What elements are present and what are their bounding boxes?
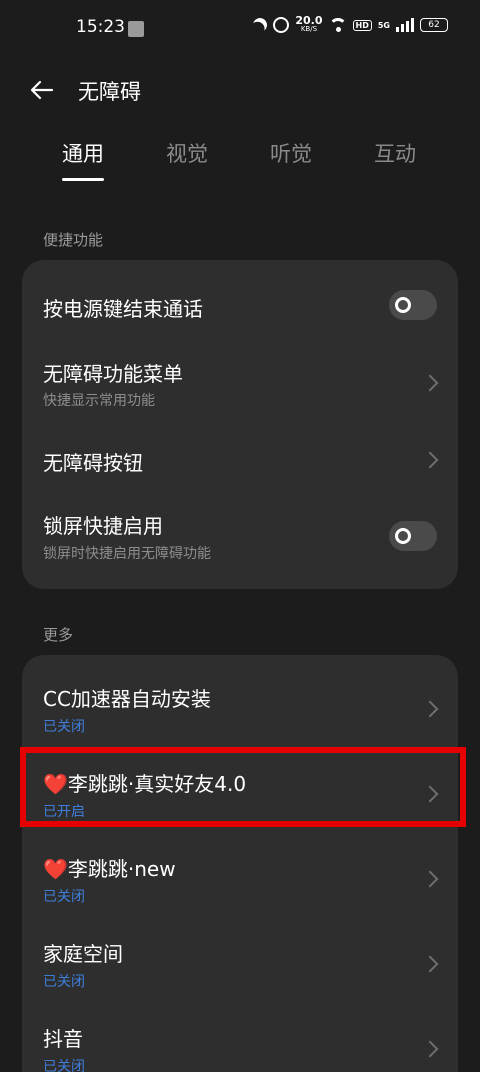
page-title: 无障碍 — [78, 80, 141, 104]
shortcuts-card: 按电源键结束通话 无障碍功能菜单 快捷显示常用功能 无障碍按钮 锁屏快捷启用 锁… — [22, 260, 458, 589]
tab-interaction[interactable]: 互动 — [374, 138, 416, 168]
back-arrow-icon[interactable] — [30, 78, 54, 102]
setting-title: ❤️李跳跳·new — [43, 857, 176, 881]
setting-row-power-end-call[interactable]: 按电源键结束通话 — [22, 260, 458, 350]
network-speed: 20.0 KB/S — [295, 14, 323, 34]
setting-row-accessibility-button[interactable]: 无障碍按钮 — [22, 430, 458, 490]
setting-row-cc-accelerator[interactable]: CC加速器自动安装 已关闭 — [22, 655, 458, 743]
alarm-clock-icon — [273, 17, 290, 33]
accessibility-screen: 15:23 20.0 KB/S HD 5G 62 无障碍 通用 视觉 听觉 互动… — [0, 0, 480, 1072]
setting-status: 已关闭 — [43, 1059, 85, 1072]
tab-vision[interactable]: 视觉 — [166, 138, 208, 168]
setting-title: 抖音 — [43, 1027, 83, 1051]
tab-hearing[interactable]: 听觉 — [270, 138, 312, 168]
network-type: 5G — [377, 20, 390, 30]
setting-title: 锁屏快捷启用 — [43, 514, 163, 538]
status-icons: 20.0 KB/S HD 5G 62 — [251, 14, 448, 34]
section-title-more: 更多 — [43, 626, 74, 644]
network-speed-unit: KB/S — [300, 25, 318, 33]
chevron-right-icon — [421, 451, 439, 469]
status-time: 15:23 — [76, 17, 125, 37]
setting-subtitle: 锁屏时快捷启用无障碍功能 — [43, 546, 211, 562]
tab-bar: 通用 视觉 听觉 互动 — [0, 138, 480, 188]
setting-subtitle: 快捷显示常用功能 — [43, 393, 155, 409]
power-end-call-toggle[interactable] — [389, 290, 437, 320]
more-card: CC加速器自动安装 已关闭 ❤️李跳跳·真实好友4.0 已开启 ❤️李跳跳·ne… — [22, 655, 458, 1072]
tab-general[interactable]: 通用 — [62, 138, 104, 168]
wifi-icon — [328, 18, 347, 32]
active-tab-indicator — [62, 178, 104, 181]
section-title-shortcuts: 便捷功能 — [43, 231, 104, 249]
chevron-right-icon — [421, 374, 439, 392]
setting-row-lockscreen-shortcut[interactable]: 锁屏快捷启用 锁屏时快捷启用无障碍功能 — [22, 500, 458, 580]
setting-title: CC加速器自动安装 — [43, 687, 211, 711]
setting-status: 已关闭 — [43, 974, 85, 990]
do-not-disturb-moon-icon — [251, 15, 270, 34]
notification-avatar-icon — [128, 21, 144, 37]
lockscreen-shortcut-toggle[interactable] — [389, 521, 437, 551]
chevron-right-icon — [421, 700, 439, 718]
cell-signal-icon — [396, 18, 414, 32]
network-speed-value: 20.0 — [295, 14, 323, 27]
setting-status: 已关闭 — [43, 889, 85, 905]
highlight-annotation-box — [20, 747, 466, 827]
setting-title: 无障碍按钮 — [43, 451, 143, 475]
chevron-right-icon — [421, 955, 439, 973]
battery-icon: 62 — [420, 18, 448, 32]
setting-row-accessibility-menu[interactable]: 无障碍功能菜单 快捷显示常用功能 — [22, 350, 458, 420]
setting-row-family-space[interactable]: 家庭空间 已关闭 — [22, 914, 458, 999]
battery-level: 62 — [428, 20, 440, 30]
setting-status: 已关闭 — [43, 719, 85, 735]
setting-title: 无障碍功能菜单 — [43, 362, 183, 386]
toggle-knob — [395, 528, 411, 544]
setting-title: 家庭空间 — [43, 942, 123, 966]
setting-row-douyin[interactable]: 抖音 已关闭 — [22, 999, 458, 1072]
hd-badge: HD — [352, 19, 372, 31]
status-bar: 15:23 20.0 KB/S HD 5G 62 — [0, 0, 480, 56]
app-header: 无障碍 — [0, 70, 480, 110]
toggle-knob — [395, 297, 411, 313]
setting-title: 按电源键结束通话 — [43, 297, 203, 321]
chevron-right-icon — [421, 870, 439, 888]
setting-row-litiaotiao-new[interactable]: ❤️李跳跳·new 已关闭 — [22, 829, 458, 914]
chevron-right-icon — [421, 1040, 439, 1058]
